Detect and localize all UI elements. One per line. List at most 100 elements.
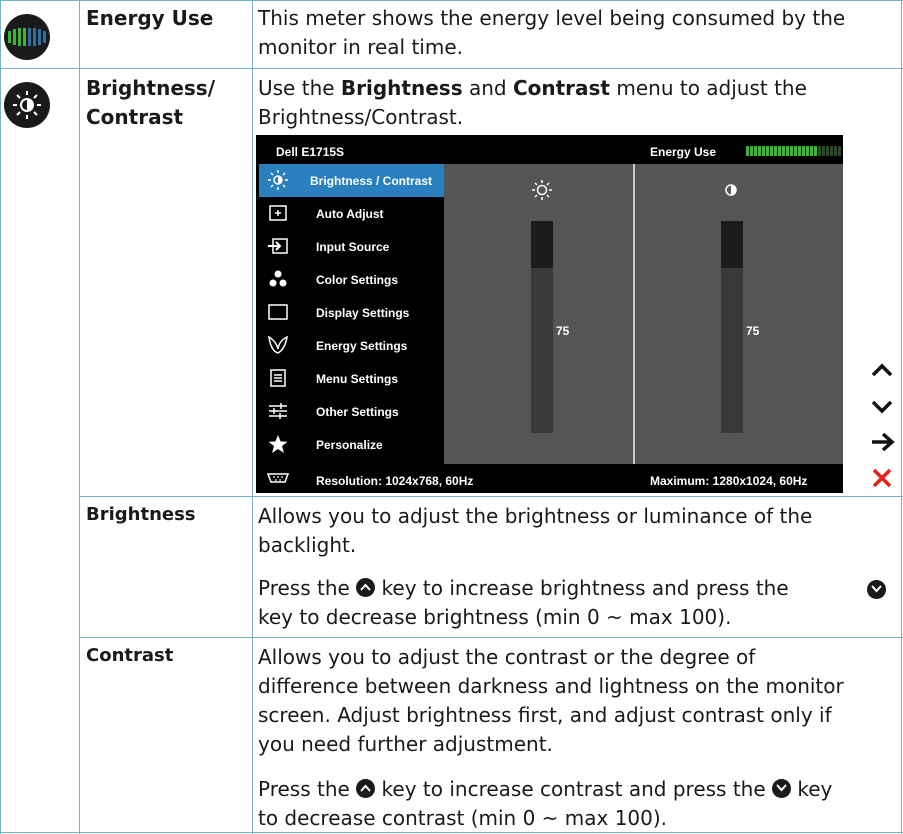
brightness-press-line2: key to decrease brightness (min 0 ~ max … (258, 605, 732, 629)
osd-menu-item-energy-settings[interactable]: Energy Settings (259, 329, 444, 362)
osd-sun-icon (532, 180, 552, 200)
brightness-desc-line2: backlight. (258, 533, 357, 557)
osd-menu-item-color-settings[interactable]: Color Settings (259, 263, 444, 296)
energy-bar-segment (794, 146, 797, 156)
desc-text: menu to adjust the (610, 76, 807, 100)
osd-menu-item-label: Other Settings (316, 405, 399, 419)
energy-bar-segment (818, 146, 821, 156)
energy-bar-segment (810, 146, 813, 156)
auto-adjust-icon (267, 203, 289, 223)
energy-use-name: Energy Use (86, 6, 214, 30)
osd-panel-divider (633, 164, 635, 464)
press-text: Press the (258, 576, 350, 600)
table-row-divider-2 (79, 496, 903, 497)
table-border-left (0, 0, 1, 834)
brightness-desc-line1: Allows you to adjust the brightness or l… (258, 504, 813, 528)
desc-bold-contrast: Contrast (512, 76, 610, 100)
contrast-name: Contrast (86, 645, 174, 666)
osd-menu-item-auto-adjust[interactable]: Auto Adjust (259, 197, 444, 230)
contrast-press-line1: Press the key to increase contrast and p… (258, 775, 832, 804)
osd-resolution: Resolution: 1024x768, 60Hz (316, 474, 474, 488)
energy-bar-segment (790, 146, 793, 156)
osd-menu-item-label: Auto Adjust (316, 207, 384, 221)
display-rect-icon (267, 302, 289, 322)
osd-menu-item-label: Color Settings (316, 273, 399, 287)
energy-bar-segment (758, 146, 761, 156)
osd-menu-item-other-settings[interactable]: Other Settings (259, 395, 444, 428)
energy-bar-segment (774, 146, 777, 156)
sun-icon (267, 170, 289, 190)
brightness-contrast-desc-line1: Use the Brightness and Contrast menu to … (258, 74, 807, 103)
table-col-divider-1 (79, 0, 80, 834)
osd-contrast-value: 75 (746, 324, 760, 338)
energy-use-description: This meter shows the energy level being … (258, 6, 846, 59)
osd-brightness-slider[interactable] (531, 221, 553, 433)
press-text: Press the (258, 777, 350, 801)
energy-bar-segment (762, 146, 765, 156)
brightness-contrast-name-line2: Contrast (86, 105, 184, 129)
menu-doc-icon (267, 368, 289, 388)
brightness-name: Brightness (86, 504, 196, 525)
brightness-contrast-desc-line2: Brightness/Contrast. (258, 105, 464, 129)
energy-bar-segment (838, 146, 841, 156)
energy-bar-segment (778, 146, 781, 156)
vga-connector-icon (266, 473, 290, 483)
osd-menu-item-input-source[interactable]: Input Source (259, 230, 444, 263)
leaf-icon (267, 335, 289, 355)
osd-energy-meter (746, 146, 841, 156)
down-arrow-icon[interactable] (870, 399, 894, 415)
osd-footer: Resolution: 1024x768, 60Hz Maximum: 1280… (256, 464, 843, 493)
energy-bar-segment (814, 146, 817, 156)
energy-bar-segment (786, 146, 789, 156)
input-source-icon (267, 236, 289, 256)
right-arrow-icon[interactable] (870, 432, 896, 452)
up-key-icon (356, 779, 376, 798)
osd-menu-item-label: Brightness / Contrast (310, 174, 433, 188)
energy-bar-segment (834, 146, 837, 156)
energy-bar-segment (746, 146, 749, 156)
osd-menu-item-menu-settings[interactable]: Menu Settings (259, 362, 444, 395)
osd-menu-item-label: Menu Settings (316, 372, 399, 386)
brightness-contrast-icon (4, 82, 50, 128)
contrast-press-line2: to decrease contrast (min 0 ~ max 100). (258, 806, 668, 830)
energy-bar-segment (830, 146, 833, 156)
osd-menu-item-label: Input Source (316, 240, 390, 254)
energy-bar-segment (826, 146, 829, 156)
osd-menu-item-display-settings[interactable]: Display Settings (259, 296, 444, 329)
up-arrow-icon[interactable] (870, 362, 894, 378)
up-key-icon (356, 578, 376, 597)
table-border-top (0, 0, 903, 1)
close-icon[interactable] (871, 467, 893, 489)
osd-menu-item-label: Personalize (316, 438, 383, 452)
energy-bar-segment (754, 146, 757, 156)
contrast-desc-line4: you need further adjustment. (258, 732, 553, 756)
sliders-icon (267, 401, 289, 421)
osd-brightness-slider-empty (531, 221, 553, 268)
down-key-icon (772, 779, 791, 798)
osd-menu-screenshot: Dell E1715S Energy Use 75 75 Brightness … (256, 135, 843, 493)
osd-menu-item-label: Display Settings (316, 306, 410, 320)
energy-bar-segment (798, 146, 801, 156)
desc-text: and (462, 76, 513, 100)
energy-bar-segment (802, 146, 805, 156)
osd-side-buttons (862, 352, 902, 493)
color-dots-icon (267, 269, 289, 289)
press-text: key to increase contrast and press the (381, 777, 766, 801)
energy-bar-segment (770, 146, 773, 156)
table-row-divider-1 (0, 68, 903, 69)
osd-model-title: Dell E1715S (276, 145, 345, 159)
osd-contrast-slider[interactable] (721, 221, 743, 433)
osd-brightness-value: 75 (556, 324, 570, 338)
osd-menu-item-personalize[interactable]: Personalize (259, 428, 444, 461)
desc-text: Use the (258, 76, 341, 100)
osd-menu-item-brightness-contrast[interactable]: Brightness / Contrast (259, 164, 444, 197)
desc-bold-brightness: Brightness (340, 76, 463, 100)
brightness-contrast-name-line1: Brightness/ (86, 76, 215, 100)
energy-bar-segment (750, 146, 753, 156)
osd-contrast-slider-empty (721, 221, 743, 268)
down-key-icon (867, 580, 886, 599)
brightness-press-line1: Press the key to increase brightness and… (258, 574, 789, 603)
press-text: key (797, 777, 833, 801)
press-text: key to increase brightness and press the (381, 576, 789, 600)
energy-meter-icon (4, 14, 50, 60)
